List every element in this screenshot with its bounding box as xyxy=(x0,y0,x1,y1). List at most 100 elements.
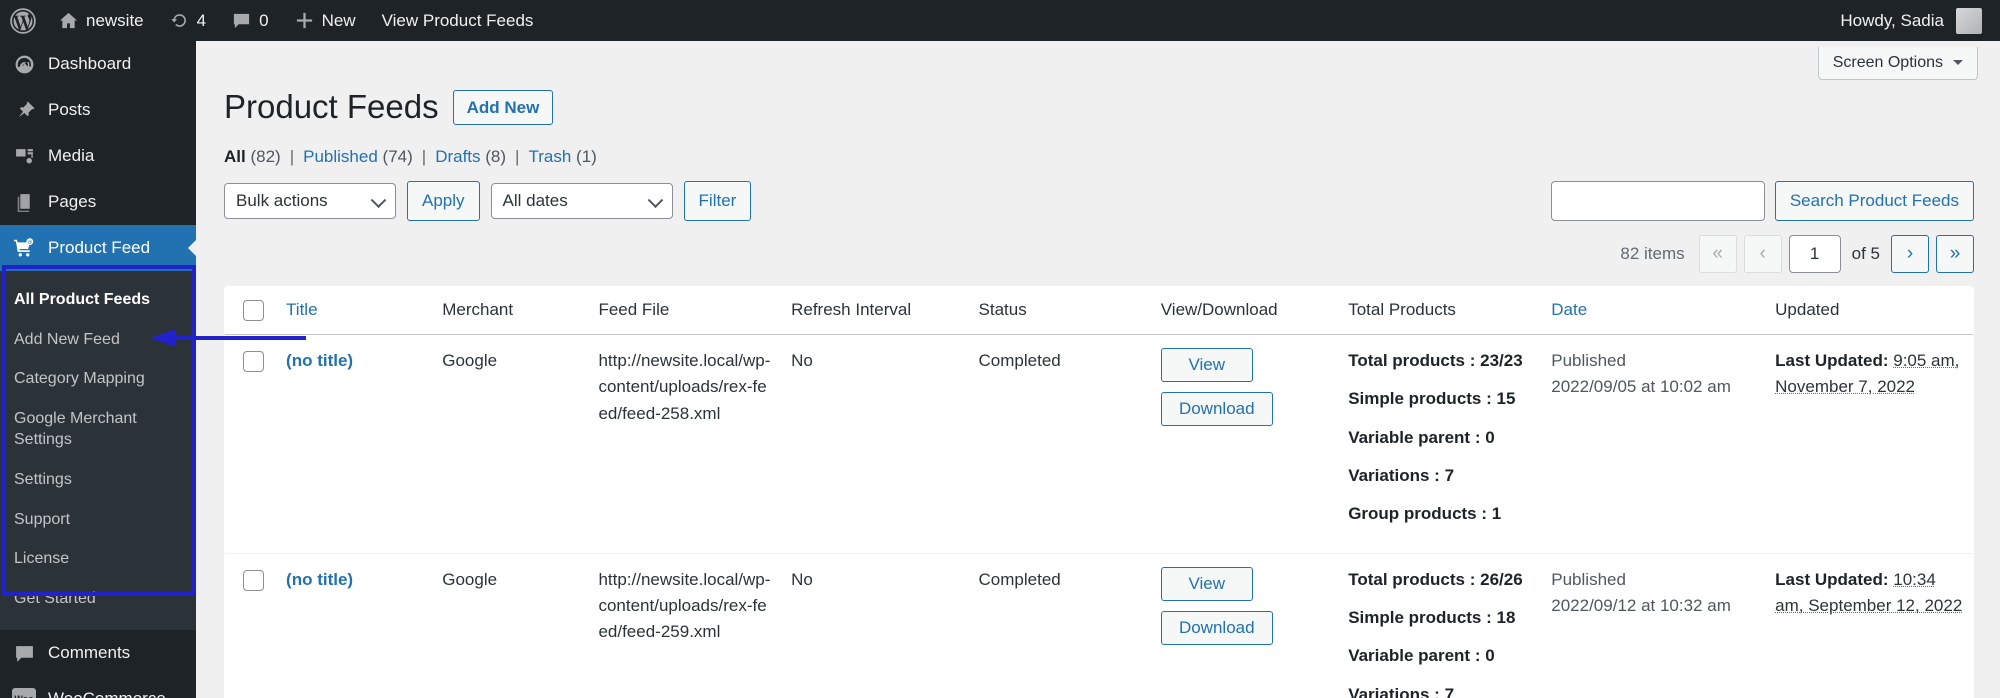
prev-page-button: ‹ xyxy=(1743,234,1782,273)
first-page-button: « xyxy=(1698,234,1737,273)
stat-value: 18 xyxy=(1496,607,1516,627)
view-product-feeds-label: View Product Feeds xyxy=(381,10,534,30)
admin-bar: newsite 4 0 New View Product Feeds Howdy… xyxy=(0,0,2000,41)
cell-refresh-interval: No xyxy=(781,553,969,698)
filter-link-trash[interactable]: Trash (1) xyxy=(528,147,596,167)
comments-menu[interactable]: 0 xyxy=(219,0,281,41)
new-content-menu[interactable]: New xyxy=(282,0,369,41)
product-feeds-table: Title Merchant Feed File Refresh Interva… xyxy=(224,285,1974,698)
stat-total-products: Total products : 26/26 xyxy=(1348,567,1531,593)
svg-text:@: @ xyxy=(27,239,32,245)
row-select-cell xyxy=(225,334,277,554)
date-status: Published xyxy=(1551,350,1626,370)
select-all-checkbox[interactable] xyxy=(243,299,264,321)
date-filter-wrap: All dates xyxy=(490,182,673,219)
cell-merchant: Google xyxy=(432,553,589,698)
column-header-date-link[interactable]: Date xyxy=(1551,300,1587,319)
updates-menu[interactable]: 4 xyxy=(157,0,219,41)
sidebar-item-label: Dashboard xyxy=(48,54,132,73)
stat-value: 1 xyxy=(1491,504,1502,524)
sidebar-item-product-feed[interactable]: @ Product Feed xyxy=(0,225,196,271)
bulk-actions-wrap: Bulk actions xyxy=(224,182,396,219)
row-checkbox[interactable] xyxy=(243,350,264,372)
comments-count: 0 xyxy=(259,10,269,30)
submenu-item-add-new-feed[interactable]: Add New Feed xyxy=(0,320,196,360)
filter-link-drafts-count: (8) xyxy=(485,146,507,166)
row-title-link[interactable]: (no title) xyxy=(286,570,353,589)
cell-title: (no title) xyxy=(276,334,433,554)
sidebar-item-posts[interactable]: Posts xyxy=(0,87,196,133)
select-all-header xyxy=(225,286,277,335)
sidebar-item-media[interactable]: Media xyxy=(0,133,196,179)
filter-link-trash-label[interactable]: Trash xyxy=(528,147,571,166)
search-box: Search Product Feeds xyxy=(1550,180,1974,221)
bulk-actions-select[interactable]: Bulk actions xyxy=(224,182,396,219)
submenu-item-settings[interactable]: Settings xyxy=(0,460,196,500)
filter-link-published[interactable]: Published (74) xyxy=(303,147,413,167)
date-filter-select[interactable]: All dates xyxy=(490,182,673,219)
column-header-feed-file: Feed File xyxy=(588,286,782,335)
submenu-item-license[interactable]: License xyxy=(0,539,196,579)
column-header-view-download: View/Download xyxy=(1150,286,1339,335)
admin-sidebar: Dashboard Posts Media Pages @ Product Fe… xyxy=(0,41,196,698)
table-header-row: Title Merchant Feed File Refresh Interva… xyxy=(225,286,1973,335)
column-header-title-link[interactable]: Title xyxy=(286,300,318,319)
date-value: 2022/09/12 at 10:32 am xyxy=(1551,595,1731,615)
stat-variable-parent: Variable parent : 0 xyxy=(1348,425,1531,451)
view-button[interactable]: View xyxy=(1160,566,1253,601)
view-product-feeds-link[interactable]: View Product Feeds xyxy=(369,0,547,41)
stat-simple-products: Simple products : 15 xyxy=(1348,386,1531,412)
column-header-updated: Updated xyxy=(1765,286,1973,335)
filter-link-published-label[interactable]: Published xyxy=(303,147,378,166)
row-checkbox[interactable] xyxy=(243,569,264,591)
chevron-down-icon xyxy=(1953,60,1963,70)
filter-link-drafts[interactable]: Drafts (8) xyxy=(435,147,506,167)
cell-updated: Last Updated: 9:05 am, November 7, 2022 xyxy=(1765,334,1973,554)
download-button[interactable]: Download xyxy=(1160,391,1273,426)
site-name-menu[interactable]: newsite xyxy=(46,0,157,41)
column-header-date[interactable]: Date xyxy=(1541,286,1766,335)
filter-link-all-label: All xyxy=(224,146,246,166)
table-row: (no title) Google http://newsite.local/w… xyxy=(225,553,1973,698)
filter-button[interactable]: Filter xyxy=(683,180,752,221)
sidebar-item-pages[interactable]: Pages xyxy=(0,179,196,225)
wordpress-logo-menu[interactable] xyxy=(0,0,46,41)
date-value: 2022/09/05 at 10:02 am xyxy=(1551,377,1731,397)
stat-label: Variations : xyxy=(1348,465,1440,485)
submenu-item-google-merchant-settings[interactable]: Google Merchant Settings xyxy=(0,399,150,460)
screen-options-toggle[interactable]: Screen Options xyxy=(1817,47,1978,80)
table-body: (no title) Google http://newsite.local/w… xyxy=(225,334,1973,698)
submenu-item-category-mapping[interactable]: Category Mapping xyxy=(0,359,196,399)
sidebar-item-dashboard[interactable]: Dashboard xyxy=(0,41,196,87)
sidebar-item-label: Product Feed xyxy=(48,238,151,257)
add-new-button[interactable]: Add New xyxy=(452,89,554,126)
apply-button[interactable]: Apply xyxy=(407,180,480,221)
column-header-title[interactable]: Title xyxy=(276,286,433,335)
search-input[interactable] xyxy=(1550,180,1765,221)
cell-feed-file: http://newsite.local/wp-content/uploads/… xyxy=(588,553,782,698)
current-page-input[interactable] xyxy=(1788,234,1841,273)
view-button[interactable]: View xyxy=(1160,347,1253,382)
my-account-menu[interactable]: Howdy, Sadia xyxy=(1840,7,2000,34)
filter-link-all[interactable]: All (82) xyxy=(224,147,281,167)
submenu-item-get-started[interactable]: Get Started xyxy=(0,579,196,619)
plus-icon xyxy=(295,11,314,30)
search-button[interactable]: Search Product Feeds xyxy=(1774,180,1974,221)
stat-simple-products: Simple products : 18 xyxy=(1348,605,1531,631)
submenu-item-all-product-feeds[interactable]: All Product Feeds xyxy=(0,280,196,320)
filter-link-published-count: (74) xyxy=(382,146,413,166)
woo-icon: Woo xyxy=(12,687,36,698)
submenu-item-support[interactable]: Support xyxy=(0,500,196,540)
download-button[interactable]: Download xyxy=(1160,610,1273,645)
stat-value: 7 xyxy=(1444,465,1455,485)
filter-link-drafts-label[interactable]: Drafts xyxy=(435,147,480,166)
sidebar-item-woocommerce[interactable]: Woo WooCommerce xyxy=(0,676,196,698)
next-page-button[interactable]: › xyxy=(1891,234,1929,273)
row-title-link[interactable]: (no title) xyxy=(286,351,353,370)
cell-status: Completed xyxy=(968,334,1151,554)
sidebar-item-comments[interactable]: Comments xyxy=(0,630,196,676)
cell-total-products: Total products : 23/23 Simple products :… xyxy=(1338,334,1542,554)
last-page-button[interactable]: » xyxy=(1936,234,1974,273)
stat-value: 23/23 xyxy=(1480,350,1523,370)
stat-value: 26/26 xyxy=(1480,569,1523,589)
